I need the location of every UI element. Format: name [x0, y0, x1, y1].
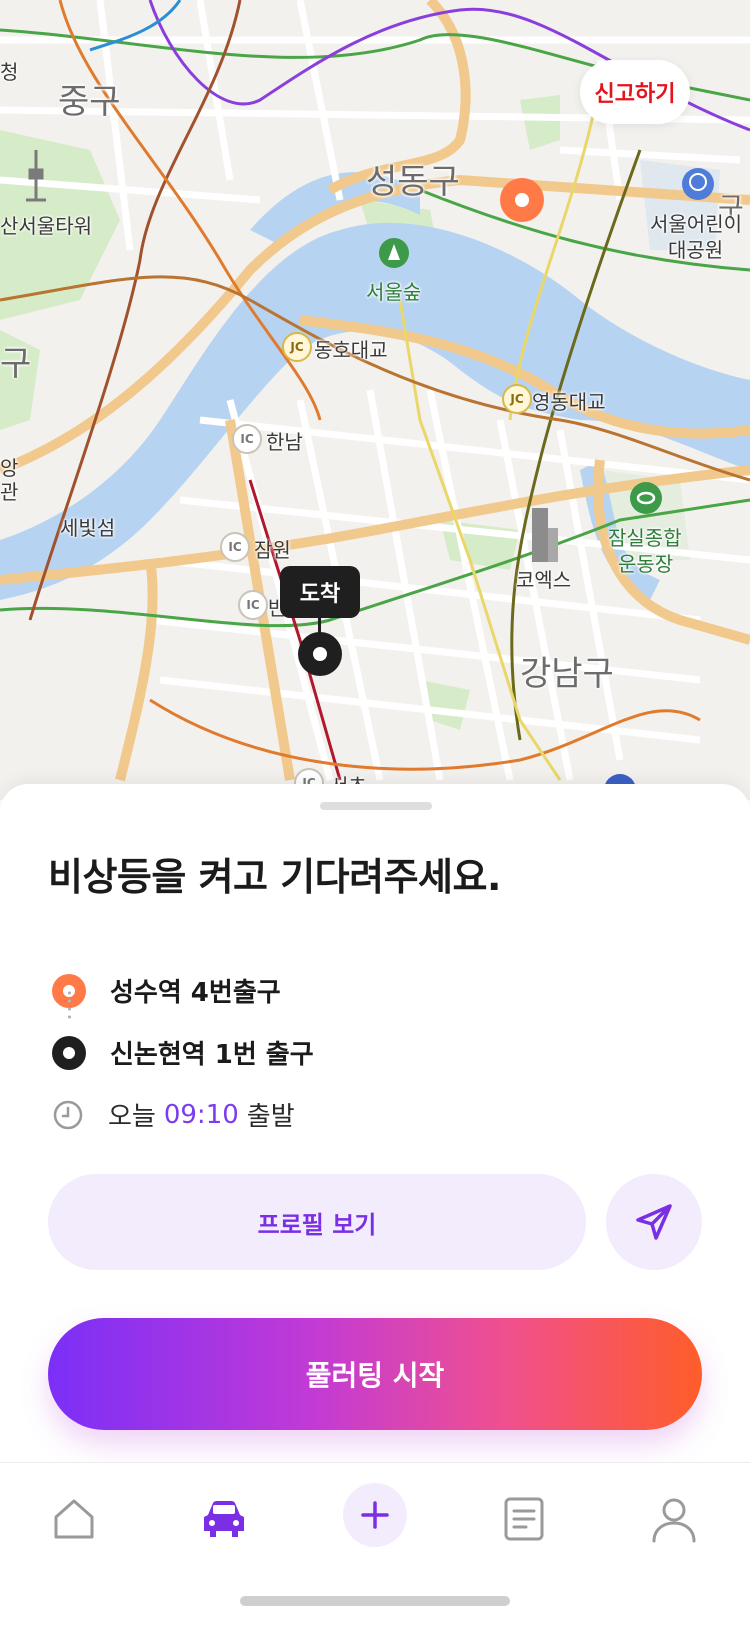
map-view[interactable]: 중구 성동구 강남구 구 구 청 산서울타워 서울숲 서울어린이 대공원 동호대… [0, 0, 750, 800]
route-connector [68, 989, 71, 1019]
ic-badge-ban: IC [238, 590, 268, 620]
document-icon [504, 1497, 544, 1541]
jc-badge-dongho: JC [282, 332, 312, 362]
ic-badge-jamwon: IC [220, 532, 250, 562]
tab-documents[interactable] [492, 1487, 556, 1551]
profile-icon [652, 1498, 696, 1543]
time-suffix: 출발 [246, 1102, 295, 1132]
sheet-title: 비상등을 켜고 기다려주세요. [48, 855, 501, 899]
map-label-dongho-bridge: 동호대교 [314, 338, 388, 362]
report-button[interactable]: 신고하기 [580, 60, 690, 124]
map-label-seongdonggu: 성동구 [366, 162, 460, 202]
map-label-jamsil-2: 운동장 [618, 552, 674, 576]
origin-row: 성수역 4번출구 [52, 972, 281, 1009]
map-label-sebit-island: 세빛섬 [60, 516, 116, 540]
map-label-yeongdong-bridge: 영동대교 [532, 390, 606, 414]
time-prefix: 오늘 [108, 1102, 156, 1132]
send-icon [636, 1204, 672, 1240]
destination-label: 신논현역 1번 출구 [110, 1040, 314, 1070]
tab-ride[interactable] [192, 1487, 256, 1551]
sheet-drag-handle[interactable] [320, 802, 432, 810]
car-icon [204, 1501, 244, 1537]
ic-badge-hannam: IC [232, 424, 262, 454]
destination-tooltip: 도착 [280, 566, 360, 618]
clock-icon [53, 1100, 83, 1129]
map-label-childrens-park-1: 서울어린이 [650, 212, 742, 236]
tab-home[interactable] [42, 1487, 106, 1551]
jc-badge-yeongdong: JC [502, 384, 532, 414]
map-label-jamsil-1: 잠실종합 [608, 526, 682, 550]
home-indicator [240, 1596, 510, 1606]
map-label-jamwon: 잠원 [254, 538, 291, 562]
map-label-namsan-tower: 산서울타워 [0, 214, 92, 238]
tab-profile[interactable] [642, 1487, 706, 1551]
home-icon [54, 1499, 94, 1539]
origin-label: 성수역 4번출구 [110, 978, 281, 1008]
map-label-childrens-park-2: 대공원 [668, 238, 724, 262]
origin-pin-icon[interactable] [500, 178, 544, 222]
share-button[interactable] [606, 1174, 702, 1270]
map-label-coex: 코엑스 [516, 568, 572, 592]
map-label-yongsan-partial: 구 [0, 344, 32, 384]
plus-icon [361, 1501, 389, 1529]
time-value: 09:10 [163, 1099, 239, 1130]
map-label-top-left-partial: 청 [0, 60, 19, 84]
map-label-gangnamgu: 강남구 [520, 654, 614, 694]
destination-dot-icon [52, 1035, 86, 1070]
view-profile-button[interactable]: 프로필 보기 [48, 1174, 586, 1270]
start-button[interactable]: 풀러팅 시작 [48, 1318, 702, 1430]
map-label-left-partial-2: 관 [0, 480, 19, 504]
map-label-junggu: 중구 [58, 82, 121, 122]
tab-add[interactable] [343, 1483, 407, 1547]
map-label-hannam: 한남 [266, 430, 303, 454]
map-label-seoul-forest: 서울숲 [366, 280, 422, 304]
departure-time-row: 오늘 09:10 출발 [52, 1096, 295, 1133]
destination-pin-icon[interactable] [298, 632, 342, 676]
destination-row: 신논현역 1번 출구 [52, 1034, 314, 1071]
